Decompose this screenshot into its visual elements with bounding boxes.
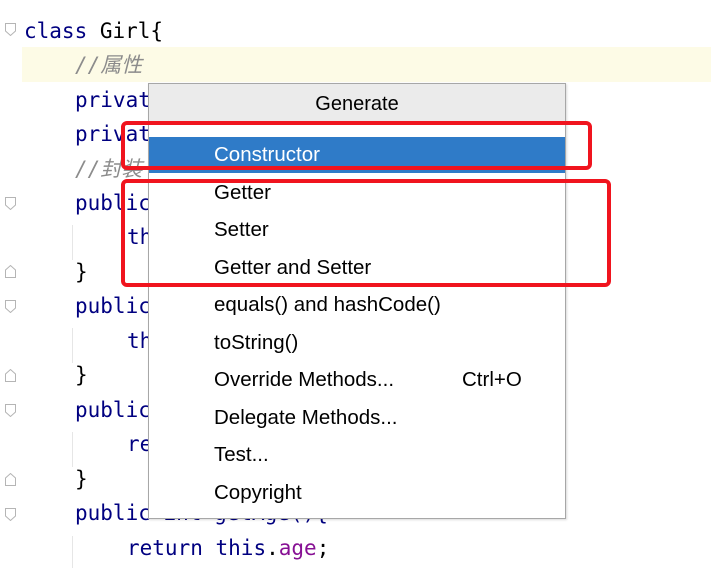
code-line: class Girl{ bbox=[24, 16, 163, 46]
code-line: //属性 bbox=[75, 50, 142, 80]
code-token: } bbox=[75, 467, 88, 491]
fold-open-icon[interactable] bbox=[5, 23, 16, 36]
code-line: } bbox=[75, 257, 88, 287]
fold-open-icon[interactable] bbox=[5, 508, 16, 521]
menu-item-label: Delegate Methods... bbox=[214, 406, 398, 429]
code-token: } bbox=[75, 260, 88, 284]
fold-open-icon[interactable] bbox=[5, 197, 16, 210]
menu-item-delegate-methods[interactable]: Delegate Methods... bbox=[149, 400, 565, 436]
fold-close-icon[interactable] bbox=[5, 369, 16, 382]
code-token: . bbox=[266, 536, 279, 560]
menu-item-label: Override Methods... bbox=[214, 368, 395, 391]
menu-item-label: Test... bbox=[214, 443, 269, 466]
fold-open-icon[interactable] bbox=[5, 300, 16, 313]
code-token: ; bbox=[316, 536, 330, 560]
code-token: } bbox=[75, 363, 88, 387]
indent-guide bbox=[72, 225, 73, 260]
code-token: //属性 bbox=[75, 53, 143, 77]
code-token: public bbox=[75, 294, 151, 318]
code-line: } bbox=[75, 360, 88, 390]
indent-guide bbox=[72, 432, 73, 467]
annotation-box-getter-setter bbox=[121, 179, 611, 287]
fold-close-icon[interactable] bbox=[5, 265, 16, 278]
code-line: public bbox=[75, 395, 151, 425]
menu-item-copyright[interactable]: Copyright bbox=[149, 475, 565, 511]
code-token: privat bbox=[75, 88, 151, 112]
code-token: public bbox=[75, 398, 151, 422]
menu-item-test[interactable]: Test... bbox=[149, 437, 565, 473]
menu-item-tostring[interactable]: toString() bbox=[149, 325, 565, 361]
menu-item-override-methods[interactable]: Override Methods... Ctrl+O bbox=[149, 362, 565, 398]
menu-item-label: toString() bbox=[214, 331, 299, 354]
fold-open-icon[interactable] bbox=[5, 404, 16, 417]
code-line: } bbox=[75, 464, 88, 494]
menu-item-label: Copyright bbox=[214, 481, 302, 504]
code-token: this bbox=[215, 536, 267, 560]
code-line: privat bbox=[75, 85, 151, 115]
menu-item-label: equals() and hashCode() bbox=[214, 293, 441, 316]
annotation-box-constructor bbox=[121, 121, 592, 170]
menu-item-shortcut: Ctrl+O bbox=[462, 368, 522, 391]
code-token: class bbox=[24, 19, 100, 43]
code-token: Girl{ bbox=[99, 19, 164, 43]
code-token: return bbox=[127, 536, 216, 560]
popup-title: Generate bbox=[149, 84, 565, 125]
code-line: return this.age; bbox=[127, 533, 329, 563]
fold-close-icon[interactable] bbox=[5, 473, 16, 486]
indent-guide bbox=[72, 328, 73, 363]
code-token: age bbox=[278, 536, 317, 560]
indent-guide bbox=[72, 536, 73, 568]
menu-item-equals-and-hashcode[interactable]: equals() and hashCode() bbox=[149, 287, 565, 323]
code-line: public bbox=[75, 291, 151, 321]
